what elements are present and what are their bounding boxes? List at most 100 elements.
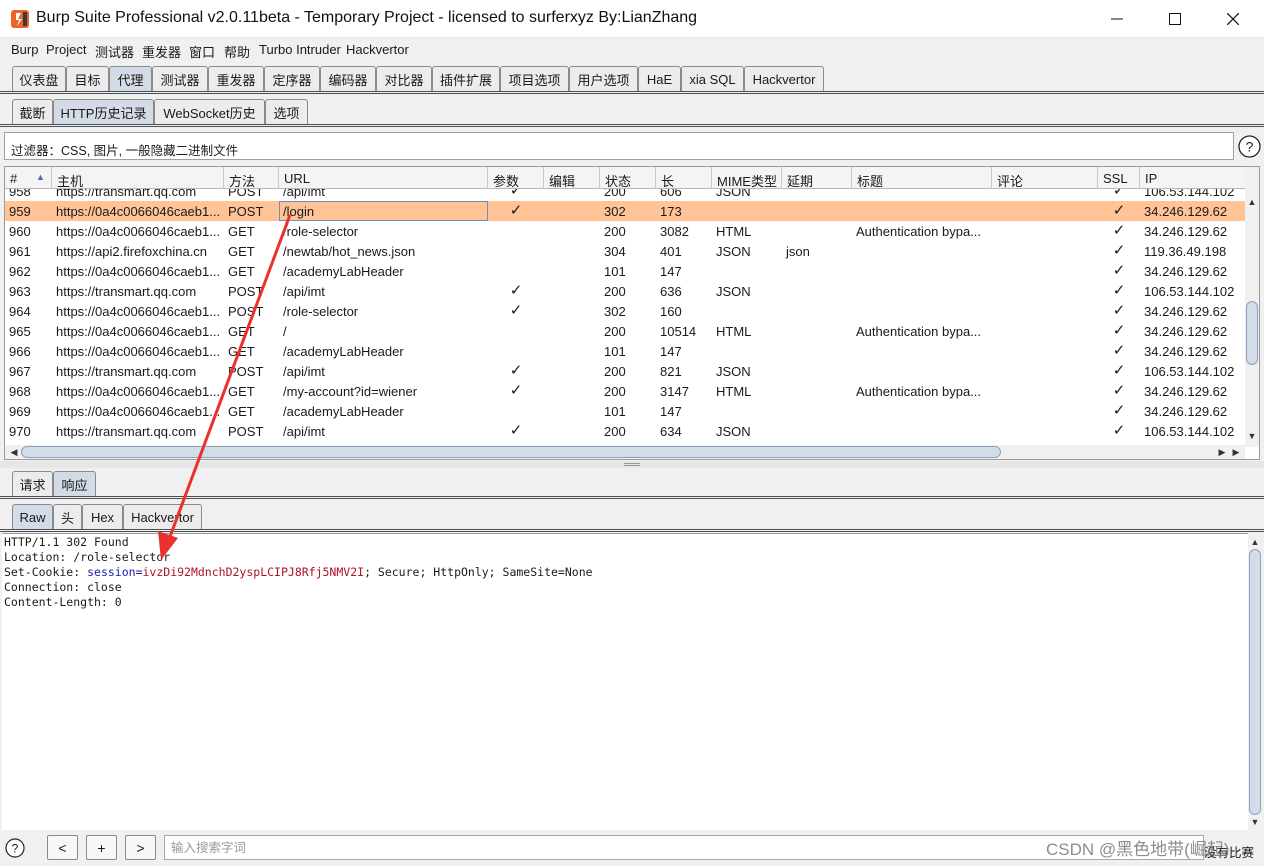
tab-user-options[interactable]: 用户选项 bbox=[569, 66, 638, 91]
cell-status: 200 bbox=[604, 384, 626, 399]
tab-decoder[interactable]: 编码器 bbox=[320, 66, 376, 91]
tab-headers[interactable]: 头 bbox=[53, 504, 82, 529]
column-header-number[interactable]: # ▲ bbox=[5, 167, 52, 189]
scroll-left-arrow-icon[interactable]: ◀ bbox=[7, 445, 21, 459]
tab-websocket-history[interactable]: WebSocket历史 bbox=[154, 99, 265, 124]
filter-bar[interactable]: 过滤器：CSS, 图片, 一般隐藏二进制文件 bbox=[4, 132, 1234, 160]
cell-comment bbox=[992, 421, 1098, 441]
column-header-title[interactable]: 标题 bbox=[852, 167, 992, 189]
menu-intruder[interactable]: 测试器 bbox=[95, 42, 134, 61]
tab-options[interactable]: 选项 bbox=[265, 99, 308, 124]
menu-project[interactable]: Project bbox=[46, 42, 86, 57]
tab-divider bbox=[0, 91, 1264, 94]
column-header-url[interactable]: URL bbox=[279, 167, 488, 189]
scroll-up-arrow-icon[interactable]: ▲ bbox=[1248, 535, 1262, 549]
tab-http-history[interactable]: HTTP历史记录 bbox=[53, 99, 154, 124]
tab-extender[interactable]: 插件扩展 bbox=[432, 66, 500, 91]
menu-repeater[interactable]: 重发器 bbox=[142, 42, 181, 61]
cell-host: https://transmart.qq.com bbox=[56, 364, 197, 379]
response-set-cookie-header: Set-Cookie: session=ivzDi92MdnchD2yspLCI… bbox=[4, 565, 593, 579]
scroll-right-arrow-icon[interactable]: ▶ bbox=[1215, 445, 1229, 459]
table-row[interactable]: 964 https://0a4c0066046caeb1... POST/role-… bbox=[5, 301, 1245, 321]
cell-comment bbox=[992, 281, 1098, 301]
column-header-ip[interactable]: IP bbox=[1140, 167, 1245, 189]
menu-help[interactable]: 帮助 bbox=[224, 42, 250, 61]
scroll-thumb[interactable] bbox=[21, 446, 1001, 458]
tab-target[interactable]: 目标 bbox=[66, 66, 109, 91]
column-header-status[interactable]: 状态 bbox=[600, 167, 656, 189]
column-header-host[interactable]: 主机 bbox=[52, 167, 224, 189]
table-row[interactable]: 960 https://0a4c0066046caeb1... GET/role-s… bbox=[5, 221, 1245, 241]
tab-project-options[interactable]: 项目选项 bbox=[500, 66, 569, 91]
column-header-length[interactable]: 长 bbox=[656, 167, 712, 189]
table-row[interactable]: 958 https://transmart.qq.com POST/api/imt ✓… bbox=[5, 189, 1245, 201]
table-row[interactable]: 965 https://0a4c0066046caeb1... GET / 200 105… bbox=[5, 321, 1245, 341]
scroll-right-end-arrow-icon[interactable]: ▶ bbox=[1229, 445, 1243, 459]
drag-handle-icon[interactable] bbox=[624, 463, 640, 466]
table-horizontal-scrollbar[interactable]: ◀ ▶ ▶ bbox=[5, 445, 1245, 459]
scroll-up-arrow-icon[interactable]: ▲ bbox=[1245, 195, 1259, 209]
response-editor[interactable]: HTTP/1.1 302 Found Location: /role-selec… bbox=[2, 533, 1248, 830]
table-row[interactable]: 963 https://transmart.qq.com POST/api/imt ✓… bbox=[5, 281, 1245, 301]
table-row[interactable]: 962 https://0a4c0066046caeb1... GET/academ… bbox=[5, 261, 1245, 281]
cell-title bbox=[852, 261, 992, 281]
menu-turbo-intruder[interactable]: Turbo Intruder bbox=[259, 42, 341, 57]
cell-comment bbox=[992, 401, 1098, 421]
cell-params-checkmark-icon: ✓ bbox=[509, 362, 523, 379]
table-body: 958 https://transmart.qq.com POST/api/imt ✓… bbox=[5, 189, 1245, 447]
menu-window[interactable]: 窗口 bbox=[189, 42, 215, 61]
tab-proxy[interactable]: 代理 bbox=[109, 66, 152, 91]
maximize-button[interactable] bbox=[1146, 0, 1204, 38]
response-vertical-scrollbar[interactable]: ▲ ▼ bbox=[1248, 533, 1262, 830]
tab-repeater[interactable]: 重发器 bbox=[208, 66, 264, 91]
tab-hae[interactable]: HaE bbox=[638, 66, 681, 91]
cell-length: 147 bbox=[660, 344, 682, 359]
cell-comment bbox=[992, 201, 1098, 221]
table-row[interactable]: 967 https://transmart.qq.com POST/api/imt ✓… bbox=[5, 361, 1245, 381]
cell-edited bbox=[544, 189, 600, 201]
column-header-ssl[interactable]: SSL bbox=[1098, 167, 1140, 189]
split-pane-divider[interactable] bbox=[0, 461, 1264, 468]
menu-burp[interactable]: Burp bbox=[11, 42, 38, 57]
add-button[interactable]: + bbox=[86, 835, 117, 860]
table-row[interactable]: 968 https://0a4c0066046caeb1... GET/my-acc… bbox=[5, 381, 1245, 401]
table-row[interactable]: 966 https://0a4c0066046caeb1... GET/academ… bbox=[5, 341, 1245, 361]
table-row[interactable]: 969 https://0a4c0066046caeb1... GET/academ… bbox=[5, 401, 1245, 421]
minimize-button[interactable] bbox=[1088, 0, 1146, 38]
table-vertical-scrollbar[interactable]: ▲ ▼ bbox=[1245, 167, 1259, 447]
tab-hackvertor[interactable]: Hackvertor bbox=[744, 66, 824, 91]
tab-request[interactable]: 请求 bbox=[12, 471, 53, 496]
cell-ip: 34.246.129.62 bbox=[1144, 264, 1228, 279]
column-header-edited[interactable]: 编辑 bbox=[544, 167, 600, 189]
tab-xia-sql[interactable]: xia SQL bbox=[681, 66, 744, 91]
tab-hackvertor-view[interactable]: Hackvertor bbox=[123, 504, 202, 529]
scroll-thumb[interactable] bbox=[1249, 549, 1261, 815]
tab-intruder[interactable]: 测试器 bbox=[152, 66, 208, 91]
table-row[interactable]: 961 https://api2.firefoxchina.cn GET/newta… bbox=[5, 241, 1245, 261]
tab-intercept[interactable]: 截断 bbox=[12, 99, 53, 124]
cell-number: 960 bbox=[9, 224, 31, 239]
tab-raw[interactable]: Raw bbox=[12, 504, 53, 529]
scroll-thumb[interactable] bbox=[1246, 301, 1258, 365]
tab-hex[interactable]: Hex bbox=[82, 504, 123, 529]
tab-dashboard[interactable]: 仪表盘 bbox=[12, 66, 66, 91]
column-header-extension[interactable]: 延期 bbox=[782, 167, 852, 189]
previous-match-button[interactable]: < bbox=[47, 835, 78, 860]
menu-hackvertor[interactable]: Hackvertor bbox=[346, 42, 409, 57]
close-button[interactable] bbox=[1204, 0, 1262, 38]
table-row[interactable]: 959 https://0a4c0066046caeb1... POST/login… bbox=[5, 201, 1245, 221]
scroll-down-arrow-icon[interactable]: ▼ bbox=[1245, 429, 1259, 443]
table-row[interactable]: 970 https://transmart.qq.com POST/api/imt ✓… bbox=[5, 421, 1245, 441]
cell-host: https://transmart.qq.com bbox=[56, 189, 197, 199]
tab-sequencer[interactable]: 定序器 bbox=[264, 66, 320, 91]
tab-comparer[interactable]: 对比器 bbox=[376, 66, 432, 91]
scroll-down-arrow-icon[interactable]: ▼ bbox=[1248, 815, 1262, 829]
column-header-params[interactable]: 参数 bbox=[488, 167, 544, 189]
column-header-mime[interactable]: MIME类型 bbox=[712, 167, 782, 189]
tab-response[interactable]: 响应 bbox=[53, 471, 96, 496]
next-match-button[interactable]: > bbox=[125, 835, 156, 860]
column-header-comment[interactable]: 评论 bbox=[992, 167, 1098, 189]
help-icon[interactable]: ? bbox=[1238, 135, 1261, 158]
column-header-method[interactable]: 方法 bbox=[224, 167, 279, 189]
help-icon[interactable]: ? bbox=[5, 838, 25, 858]
